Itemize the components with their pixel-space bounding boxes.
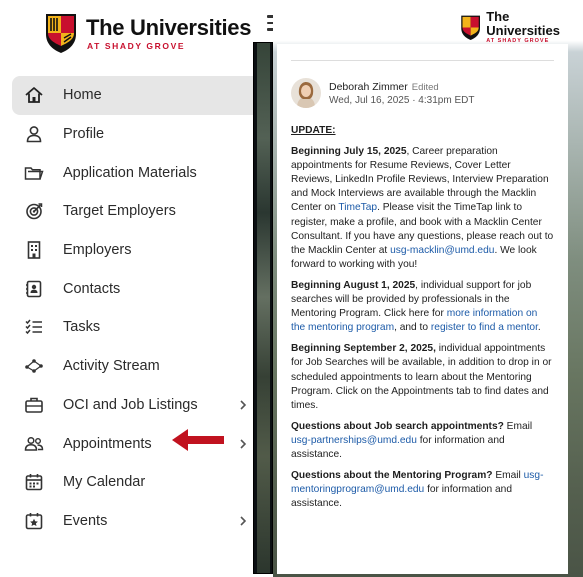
sidebar-item-label: Appointments	[63, 435, 152, 452]
paragraph-lead: Questions about the Mentoring Program?	[291, 470, 493, 482]
calendar-icon	[23, 471, 45, 493]
sidebar-item-label: Target Employers	[63, 203, 176, 220]
avatar[interactable]	[291, 78, 321, 108]
paragraph-lead: Beginning July 15, 2025	[291, 146, 407, 158]
header-brand-title: The Universities	[486, 9, 560, 38]
sidebar-item-contacts[interactable]: Contacts	[12, 269, 255, 308]
annotation-arrow-icon	[172, 429, 224, 451]
author-name-text: Deborah Zimmer	[329, 80, 408, 93]
contact-card-icon	[23, 278, 45, 300]
shield-logo-icon	[461, 15, 480, 40]
author-name: Deborah Zimmer Edited	[329, 81, 474, 93]
home-icon	[23, 84, 45, 106]
building-icon	[23, 239, 45, 261]
people-icon	[23, 433, 45, 455]
post-body: UPDATE: Beginning July 15, 2025, Career …	[291, 124, 554, 511]
event-star-icon	[23, 510, 45, 532]
edited-label: Edited	[411, 81, 439, 93]
sidebar-item-tasks[interactable]: Tasks	[12, 308, 255, 347]
post-author: Deborah Zimmer Edited Wed, Jul 16, 2025 ·…	[291, 78, 554, 108]
sidebar-item-events[interactable]: Events	[12, 502, 255, 541]
post-paragraph: Beginning September 2, 2025, individual …	[291, 342, 554, 412]
chevron-right-icon	[240, 438, 247, 449]
post-heading: UPDATE:	[291, 125, 336, 136]
checklist-icon	[23, 316, 45, 338]
sidebar-item-label: Tasks	[63, 319, 101, 336]
macklin-email-link[interactable]: usg-macklin@umd.edu	[390, 245, 494, 256]
sidebar-item-target-employers[interactable]: Target Employers	[12, 192, 255, 231]
sidebar-menu: Home Profile Application Materials Targe…	[12, 76, 255, 540]
chevron-right-icon	[240, 400, 247, 410]
brand-logo[interactable]: The Universities AT SHADY GROVE	[44, 12, 251, 54]
sidebar-item-label: Profile	[63, 126, 105, 143]
shield-logo-icon	[46, 14, 76, 53]
sidebar-item-activity-stream[interactable]: Activity Stream	[12, 347, 255, 386]
post-paragraph: Questions about Job search appointments?…	[291, 420, 554, 462]
sidebar-item-home[interactable]: Home	[12, 76, 255, 115]
sidebar-item-label: Contacts	[63, 280, 121, 297]
briefcase-icon	[23, 394, 45, 416]
chevron-right-icon	[240, 516, 247, 526]
user-icon	[23, 123, 45, 145]
header-logo[interactable]: The Universities AT SHADY GROVE	[460, 10, 583, 44]
paragraph-lead: Beginning September 2, 2025,	[291, 343, 436, 355]
paragraph-text: , and to	[394, 322, 431, 334]
register-mentor-link[interactable]: register to find a mentor	[431, 322, 538, 333]
brand-title: The Universities	[86, 14, 252, 40]
sidebar-item-label: Activity Stream	[63, 358, 160, 375]
folder-icon	[23, 162, 45, 184]
sidebar-item-employers[interactable]: Employers	[12, 231, 255, 270]
activity-icon	[23, 355, 45, 377]
post-paragraph: Beginning July 15, 2025, Career preparat…	[291, 145, 554, 272]
sidebar: The Universities AT SHADY GROVE Home Pro…	[0, 0, 255, 577]
target-icon	[23, 200, 45, 222]
post-paragraph: Beginning August 1, 2025, individual sup…	[291, 279, 554, 335]
sidebar-item-label: Home	[63, 87, 102, 104]
timetap-link[interactable]: TimeTap	[338, 202, 377, 213]
sidebar-item-application-materials[interactable]: Application Materials	[12, 153, 255, 192]
announcement-card: Deborah Zimmer Edited Wed, Jul 16, 2025 ·…	[277, 44, 568, 574]
sidebar-item-label: Application Materials	[63, 164, 197, 181]
post-paragraph: Questions about the Mentoring Program? E…	[291, 469, 554, 511]
background-strip	[253, 42, 273, 574]
post-date: Wed, Jul 16, 2025 · 4:31pm EDT	[329, 94, 475, 106]
brand-subtitle: AT SHADY GROVE	[87, 40, 186, 51]
sidebar-item-label: OCI and Job Listings	[63, 396, 198, 413]
partnerships-email-link[interactable]: usg-partnerships@umd.edu	[291, 435, 417, 446]
paragraph-text: Email	[492, 470, 524, 482]
paragraph-lead: Questions about Job search appointments?	[291, 420, 504, 432]
sidebar-item-label: My Calendar	[63, 474, 146, 491]
sidebar-item-my-calendar[interactable]: My Calendar	[12, 463, 255, 502]
sidebar-item-oci-job-listings[interactable]: OCI and Job Listings	[12, 386, 255, 425]
paragraph-lead: Beginning August 1, 2025	[291, 279, 416, 291]
paragraph-text: .	[537, 322, 541, 334]
card-divider	[291, 60, 554, 61]
sidebar-item-label: Events	[63, 512, 108, 529]
paragraph-text: Email	[503, 420, 533, 432]
sidebar-item-label: Employers	[63, 242, 132, 259]
sidebar-item-profile[interactable]: Profile	[12, 115, 255, 154]
